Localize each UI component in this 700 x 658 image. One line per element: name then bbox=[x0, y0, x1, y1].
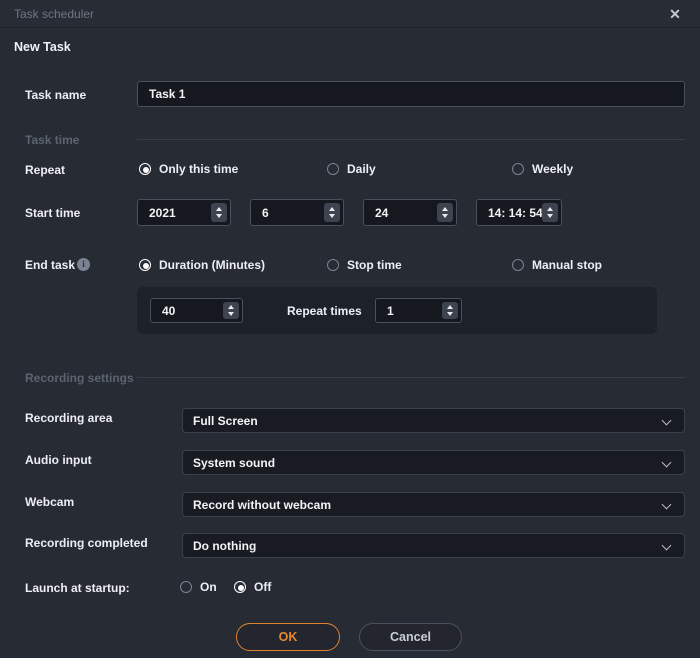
radio-label: Duration (Minutes) bbox=[159, 258, 265, 272]
repeat-times-spinner[interactable]: 1 bbox=[375, 298, 462, 323]
radio-launch-on[interactable]: On bbox=[180, 580, 217, 594]
titlebar: Task scheduler ✕ bbox=[0, 0, 700, 28]
chevron-down-icon bbox=[662, 500, 672, 510]
chevron-down-icon bbox=[662, 416, 672, 426]
start-month-value: 6 bbox=[262, 200, 269, 225]
ok-button[interactable]: OK bbox=[236, 623, 340, 651]
radio-label: Stop time bbox=[347, 258, 402, 272]
spinner-arrows-icon[interactable] bbox=[223, 302, 239, 319]
audio-input-select[interactable]: System sound bbox=[182, 450, 685, 475]
repeat-times-value: 1 bbox=[387, 299, 394, 322]
cancel-button[interactable]: Cancel bbox=[359, 623, 462, 651]
task-name-input[interactable]: Task 1 bbox=[137, 81, 685, 107]
chevron-down-icon bbox=[662, 458, 672, 468]
start-clock-value: 14: 14: 54 bbox=[488, 200, 543, 225]
repeat-times-label: Repeat times bbox=[287, 304, 362, 318]
audio-input-label: Audio input bbox=[25, 453, 92, 467]
window-title: Task scheduler bbox=[14, 7, 94, 21]
duration-spinner[interactable]: 40 bbox=[150, 298, 243, 323]
radio-circle-icon bbox=[139, 259, 151, 271]
radio-circle-icon bbox=[512, 163, 524, 175]
start-day-value: 24 bbox=[375, 200, 388, 225]
radio-weekly[interactable]: Weekly bbox=[512, 162, 573, 176]
start-time-label: Start time bbox=[25, 206, 80, 220]
close-icon[interactable]: ✕ bbox=[666, 5, 684, 23]
recording-completed-value: Do nothing bbox=[193, 539, 256, 553]
repeat-label: Repeat bbox=[25, 163, 65, 177]
radio-label: Off bbox=[254, 580, 271, 594]
webcam-value: Record without webcam bbox=[193, 498, 331, 512]
recording-settings-section-label: Recording settings bbox=[25, 371, 134, 385]
new-task-heading: New Task bbox=[14, 40, 71, 54]
recording-completed-label: Recording completed bbox=[25, 536, 148, 550]
radio-label: Daily bbox=[347, 162, 376, 176]
start-day-spinner[interactable]: 24 bbox=[363, 199, 457, 226]
start-month-spinner[interactable]: 6 bbox=[250, 199, 344, 226]
spinner-arrows-icon[interactable] bbox=[211, 203, 227, 222]
chevron-down-icon bbox=[662, 541, 672, 551]
task-name-value: Task 1 bbox=[149, 87, 185, 101]
radio-label: On bbox=[200, 580, 217, 594]
radio-stop-time[interactable]: Stop time bbox=[327, 258, 402, 272]
radio-daily[interactable]: Daily bbox=[327, 162, 376, 176]
recording-area-select[interactable]: Full Screen bbox=[182, 408, 685, 433]
info-icon[interactable]: i bbox=[77, 258, 90, 271]
radio-label: Only this time bbox=[159, 162, 238, 176]
spinner-arrows-icon[interactable] bbox=[442, 302, 458, 319]
radio-label: Manual stop bbox=[532, 258, 602, 272]
radio-circle-icon bbox=[327, 163, 339, 175]
webcam-select[interactable]: Record without webcam bbox=[182, 492, 685, 517]
recording-area-label: Recording area bbox=[25, 411, 112, 425]
audio-input-value: System sound bbox=[193, 456, 275, 470]
launch-at-startup-label: Launch at startup: bbox=[25, 581, 130, 595]
radio-circle-icon bbox=[512, 259, 524, 271]
spinner-arrows-icon[interactable] bbox=[437, 203, 453, 222]
start-clock-spinner[interactable]: 14: 14: 54 bbox=[476, 199, 562, 226]
recording-settings-divider bbox=[137, 377, 685, 378]
radio-circle-icon bbox=[139, 163, 151, 175]
start-year-value: 2021 bbox=[149, 200, 176, 225]
end-task-label: End task bbox=[25, 258, 75, 272]
webcam-label: Webcam bbox=[25, 495, 74, 509]
spinner-arrows-icon[interactable] bbox=[542, 203, 558, 222]
radio-duration-minutes[interactable]: Duration (Minutes) bbox=[139, 258, 265, 272]
start-year-spinner[interactable]: 2021 bbox=[137, 199, 231, 226]
radio-launch-off[interactable]: Off bbox=[234, 580, 271, 594]
radio-manual-stop[interactable]: Manual stop bbox=[512, 258, 602, 272]
radio-only-this-time[interactable]: Only this time bbox=[139, 162, 238, 176]
spinner-arrows-icon[interactable] bbox=[324, 203, 340, 222]
radio-circle-icon bbox=[234, 581, 246, 593]
task-name-label: Task name bbox=[25, 88, 86, 102]
recording-area-value: Full Screen bbox=[193, 414, 258, 428]
task-time-divider bbox=[137, 139, 685, 140]
radio-label: Weekly bbox=[532, 162, 573, 176]
recording-completed-select[interactable]: Do nothing bbox=[182, 533, 685, 558]
task-time-section-label: Task time bbox=[25, 133, 79, 147]
radio-circle-icon bbox=[327, 259, 339, 271]
duration-value: 40 bbox=[162, 299, 175, 322]
task-scheduler-dialog: Task scheduler ✕ New Task Task name Task… bbox=[0, 0, 700, 658]
radio-circle-icon bbox=[180, 581, 192, 593]
